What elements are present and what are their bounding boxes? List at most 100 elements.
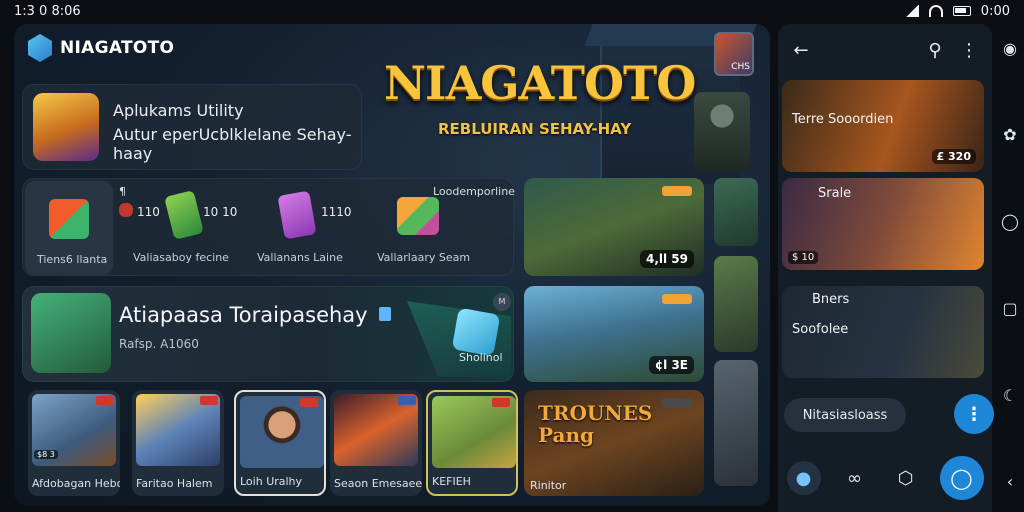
hero-character-image [694, 92, 750, 172]
thumbnail-card[interactable]: Faritao Halem [132, 390, 224, 496]
thumbnail-label: KEFIEH [432, 475, 471, 488]
utility-app-icon [33, 93, 99, 161]
thumbnail-tag [492, 398, 510, 407]
search-icon[interactable]: ⚲ [924, 39, 946, 61]
thumbnail-label: Seaon Emesaeen [334, 477, 422, 490]
wifi-icon [928, 5, 943, 17]
cyan-cube-icon [451, 307, 501, 357]
gift-icon [119, 203, 133, 217]
hexagon-icon[interactable]: ⬡ [889, 461, 923, 495]
toolbar-actions: ⚲ ⋮ [924, 39, 980, 61]
thumbnail-label: Afdobagan Hebonito [32, 477, 120, 490]
signal-icon [904, 5, 919, 17]
game-card-trounes[interactable]: TROUNES Pang Rinitor [524, 390, 704, 496]
back-arrow-icon[interactable]: ← [790, 39, 812, 61]
tool-label-3[interactable]: Vallanans Laine [257, 251, 343, 264]
thumbnail-tag [96, 396, 114, 405]
right-card-title: Srale [818, 186, 852, 201]
banner-subtitle: Rafsp. A1060 [119, 337, 199, 351]
green-tool-icon [164, 190, 204, 240]
game-card-soldier[interactable]: 4,ll 59 [524, 178, 704, 276]
side-rail: ◉ ✿ ◯ ▢ ☾ ‹ [996, 30, 1024, 500]
bottom-nav: ● ∞ ⬡ ◯ [778, 452, 992, 504]
thumbnail-card[interactable]: KEFIEH [426, 390, 518, 496]
lock-icon [379, 307, 391, 321]
status-bar: 1:3 0 8:06 0:00 [0, 0, 1024, 22]
banner-corner-icon[interactable]: M [493, 293, 511, 311]
profile-icon[interactable]: ● [786, 461, 821, 495]
tool-count-2: 10 10 [203, 205, 238, 219]
right-card-title: Terre Sooordien [792, 112, 894, 127]
right-card-subtitle: Soofolee [792, 322, 849, 337]
rail-moon-icon[interactable]: ☾ [1000, 385, 1020, 405]
banner-title: Atiapaasa Toraipasehay [119, 303, 368, 327]
thumbnail-tag [300, 398, 318, 407]
right-card-terre[interactable]: Terre Sooordien £ 320 [782, 80, 984, 172]
hero-thumbnail[interactable]: CHS [714, 32, 754, 76]
utility-description: Autur eperUcblklelane Sehay-haay [113, 125, 352, 163]
thumbnail-label: Loih Uralhy [240, 475, 303, 488]
banner-action[interactable]: Sholinol [459, 351, 503, 364]
game-card-title: TROUNES Pang [538, 401, 653, 447]
promo-banner[interactable]: Atiapaasa Toraipasehay Rafsp. A1060 M Sh… [22, 286, 514, 382]
info-fab-icon[interactable]: ⋮ [954, 394, 994, 434]
thumbnail-card[interactable]: Loih Uralhy [234, 390, 326, 496]
tool-label-4[interactable]: Vallarlaary Seam [377, 251, 470, 264]
tools-card: Tiens6 llanta ¶ Loodemporline 110 10 10 … [22, 178, 515, 276]
app-header[interactable]: NIAGATOTO [28, 34, 174, 62]
side-strip-image[interactable] [714, 178, 758, 246]
multi-block-icon [397, 197, 439, 235]
rail-square-icon[interactable]: ▢ [1000, 298, 1020, 318]
hero-title: NIAGATOTO [384, 56, 696, 110]
thumbnail-card[interactable]: Seaon Emesaeen [330, 390, 422, 496]
tool-label-2[interactable]: Valiasaboy fecine [133, 251, 229, 264]
rail-back-icon[interactable]: ‹ [1000, 472, 1020, 492]
rail-circle-icon[interactable]: ◯ [1000, 212, 1020, 232]
contacts-icon[interactable]: ∞ [838, 461, 872, 495]
rail-app-icon[interactable]: ◉ [1000, 38, 1020, 58]
side-strip-image[interactable] [714, 256, 758, 352]
thumbnail-tag [200, 396, 218, 405]
thumbnail-label: Faritao Halem [136, 477, 213, 490]
tool-badge-2: 110 [137, 205, 160, 219]
game-card-footer: Rinitor [530, 479, 567, 492]
search-chip[interactable]: Nitasiasloass [784, 398, 906, 432]
right-card-srale[interactable]: Srale $ 10 [782, 178, 984, 270]
cube-icon [49, 199, 89, 239]
thumbnail-card[interactable]: $8 3 Afdobagan Hebonito [28, 390, 120, 496]
game-card-tank[interactable]: ¢l 3E [524, 286, 704, 382]
right-card-price: £ 320 [931, 149, 976, 164]
tool-label-1: Tiens6 llanta [37, 253, 108, 266]
tool-count-3: 1110 [321, 205, 352, 219]
utility-card[interactable]: Aplukams Utility Autur eperUcblklelane S… [22, 84, 362, 170]
purple-tool-icon [277, 190, 317, 240]
thumbnail-tag [398, 396, 416, 405]
thumbnail-pill: $8 3 [34, 450, 58, 459]
tools-header-right: Loodemporline [433, 185, 515, 198]
right-card-badge: $ 10 [788, 251, 819, 264]
right-panel-toolbar: ← ⚲ ⋮ [778, 24, 992, 76]
tool-tile-1[interactable]: Tiens6 llanta [25, 181, 113, 275]
game-card-price: ¢l 3E [648, 356, 694, 374]
game-card-chip [662, 294, 692, 304]
banner-app-icon [31, 293, 111, 373]
tools-header-left: ¶ [119, 185, 126, 198]
game-card-price: 4,ll 59 [639, 250, 694, 268]
hero-subtitle: REBLUIRAN SEHAY-HAY [438, 120, 632, 138]
battery-icon [952, 6, 971, 16]
main-panel: NIAGATOTO NIAGATOTO REBLUIRAN SEHAY-HAY … [14, 24, 770, 506]
right-card-bners[interactable]: Bners Soofolee [782, 286, 984, 378]
utility-title: Aplukams Utility [113, 101, 244, 120]
more-vert-icon[interactable]: ⋮ [958, 39, 980, 61]
rail-settings-icon[interactable]: ✿ [1000, 125, 1020, 145]
side-strip-image[interactable] [714, 360, 758, 486]
game-card-chip [662, 186, 692, 196]
app-logo-icon [28, 34, 52, 62]
right-panel: ← ⚲ ⋮ Terre Sooordien £ 320 Srale $ 10 B… [778, 24, 994, 512]
circle-action-icon[interactable]: ◯ [939, 456, 984, 500]
status-time: 1:3 0 8:06 [14, 3, 81, 19]
status-clock: 0:00 [980, 3, 1010, 19]
app-name: NIAGATOTO [60, 38, 175, 58]
hero-thumbnail-label: CHS [731, 62, 750, 72]
right-card-title: Bners [812, 292, 850, 307]
